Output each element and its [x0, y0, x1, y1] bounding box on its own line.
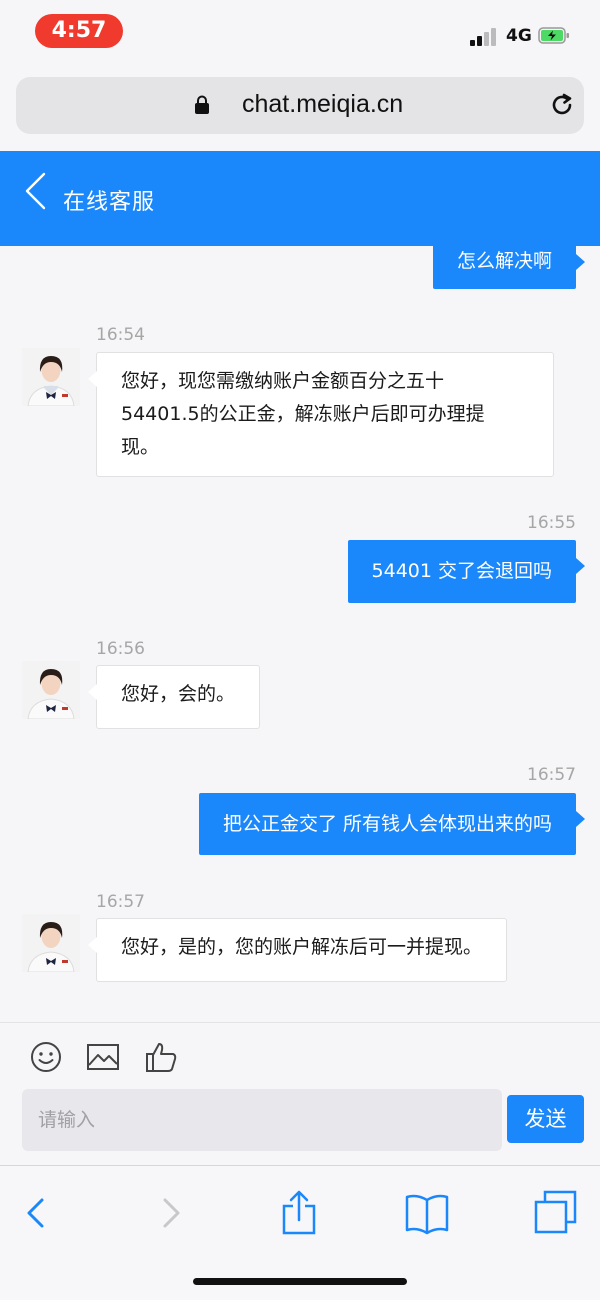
share-icon[interactable] — [274, 1188, 324, 1238]
tabs-icon[interactable] — [531, 1188, 581, 1238]
network-type: 4G — [506, 26, 532, 46]
message-text-line: 现。 — [121, 436, 160, 458]
smiley-icon[interactable] — [29, 1040, 63, 1074]
message-text-line: 54401.5的公正金，解冻账户后即可办理提 — [121, 403, 485, 425]
message-text: 54401 交了会退回吗 — [371, 560, 552, 582]
status-time[interactable]: 4:57 — [35, 14, 123, 48]
outgoing-message-bubble[interactable]: 54401 交了会退回吗 — [347, 540, 586, 603]
message-timestamp: 16:57 — [96, 892, 145, 912]
agent-avatar — [22, 914, 80, 972]
outgoing-message-bubble[interactable]: 把公正金交了 所有钱人会体现出来的吗 — [198, 793, 586, 855]
forward-icon[interactable] — [146, 1188, 196, 1238]
page-title: 在线客服 — [63, 190, 156, 215]
image-icon[interactable] — [86, 1040, 120, 1074]
message-text: 怎么解决啊 — [456, 250, 552, 272]
chat-header: 在线客服 — [0, 151, 600, 246]
message-text: 把公正金交了 所有钱人会体现出来的吗 — [222, 813, 552, 835]
message-timestamp: 16:54 — [96, 325, 145, 345]
message-input[interactable] — [22, 1089, 502, 1151]
send-button[interactable]: 发送 — [507, 1095, 584, 1143]
incoming-message-bubble[interactable]: 您好，会的。 — [87, 665, 261, 729]
back-icon[interactable] — [12, 1188, 62, 1238]
address-bar[interactable]: chat.meiqia.cn — [16, 77, 584, 134]
thumbs-up-icon[interactable] — [144, 1040, 178, 1074]
message-text-line: 您好，现您需缴纳账户金额百分之五十 — [121, 370, 445, 392]
lock-icon — [195, 95, 209, 114]
bookmarks-icon[interactable] — [402, 1188, 452, 1238]
message-timestamp: 16:56 — [96, 639, 145, 659]
reload-icon[interactable] — [548, 91, 576, 119]
agent-avatar — [22, 661, 80, 719]
message-timestamp: 16:55 — [527, 513, 576, 533]
back-arrow-icon[interactable] — [22, 171, 48, 211]
outgoing-message-bubble[interactable]: 怎么解决啊 — [432, 246, 586, 289]
battery-icon — [538, 27, 569, 44]
agent-avatar — [22, 348, 80, 406]
signal-icon — [470, 28, 498, 46]
incoming-message-bubble[interactable]: 您好，是的，您的账户解冻后可一并提现。 — [87, 918, 508, 982]
message-text: 您好，会的。 — [121, 683, 236, 705]
message-text: 您好，是的，您的账户解冻后可一并提现。 — [121, 936, 483, 958]
home-indicator[interactable] — [193, 1278, 407, 1285]
composer: 发送 — [0, 1022, 600, 1166]
message-timestamp: 16:57 — [527, 765, 576, 785]
incoming-message-bubble[interactable]: 您好，现您需缴纳账户金额百分之五十 54401.5的公正金，解冻账户后即可办理提… — [88, 352, 554, 477]
chat-messages[interactable]: 怎么解决啊 16:54 您好，现您需缴纳账户金额百分之五十 54401.5的公正… — [0, 246, 600, 1022]
url-text[interactable]: chat.meiqia.cn — [242, 90, 403, 119]
status-bar: 4:57 4G — [0, 0, 600, 68]
